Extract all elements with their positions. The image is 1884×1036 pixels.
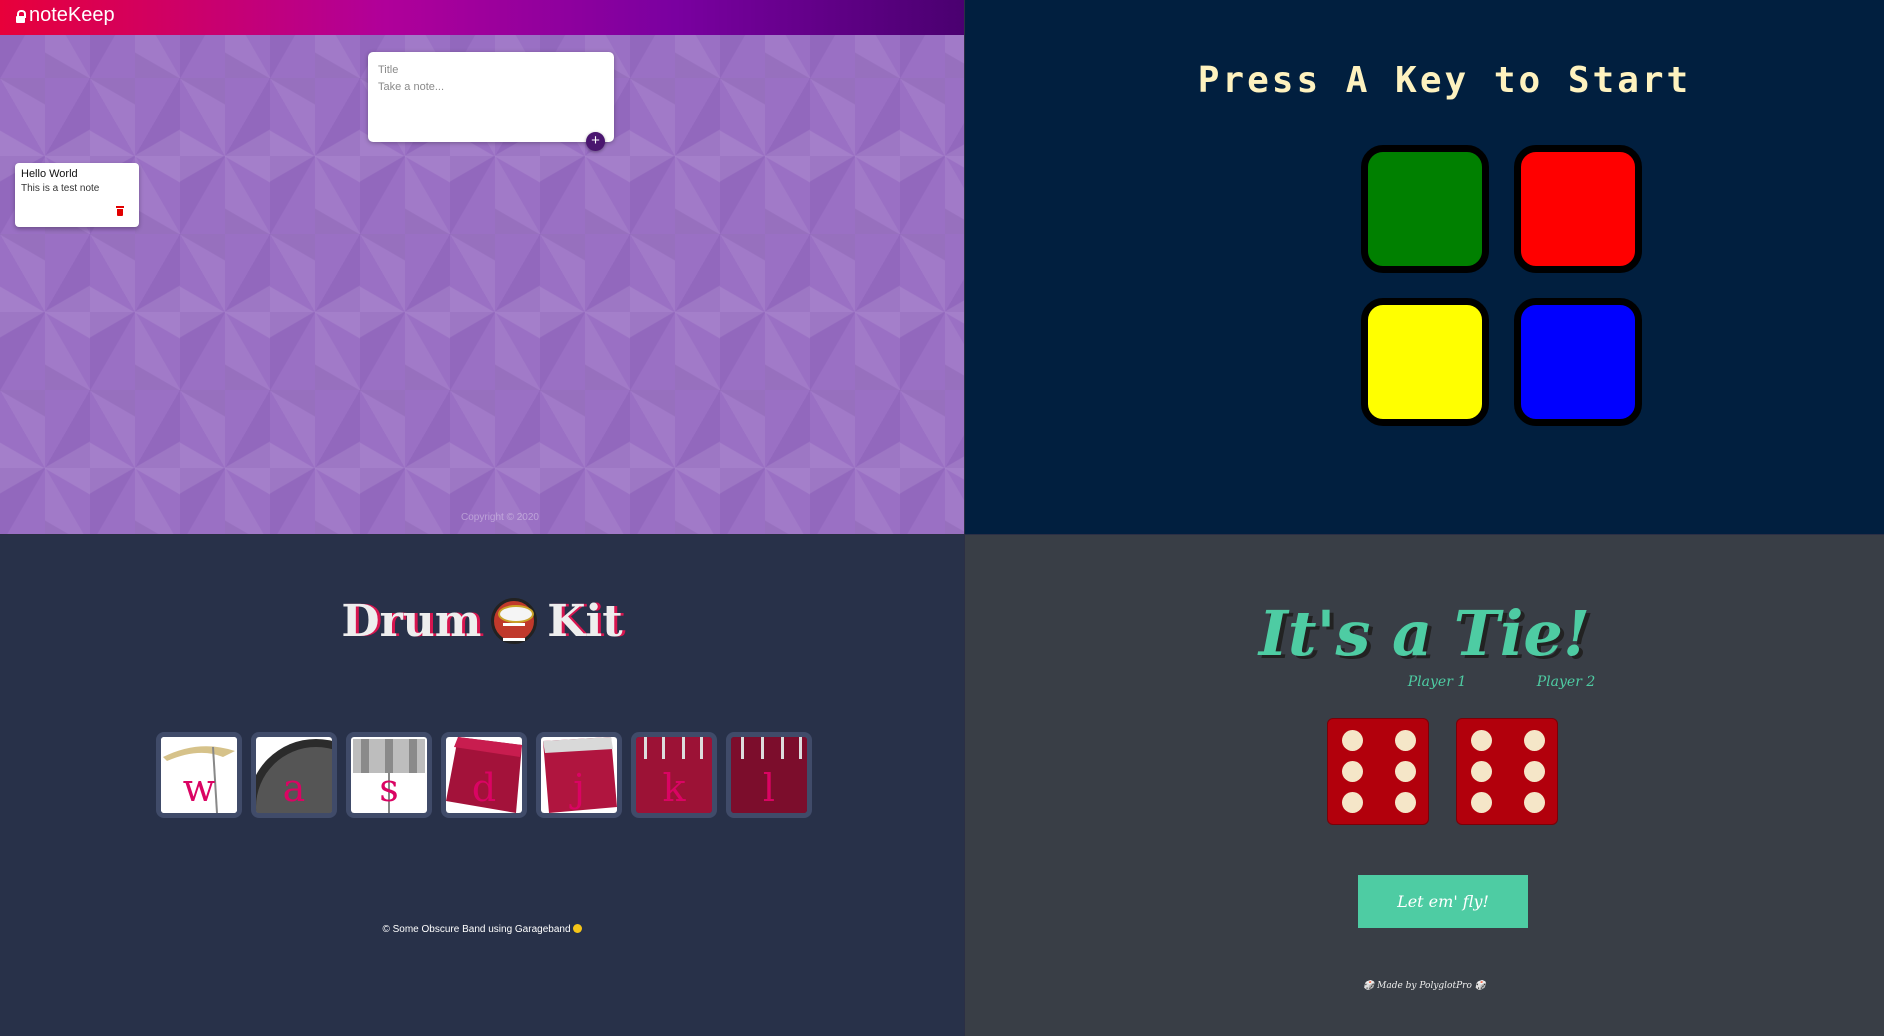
drum-button-tom3[interactable]: k [631, 732, 717, 818]
drum-key-letter: w [182, 766, 216, 810]
create-note-form [368, 52, 614, 142]
die-pip [1395, 730, 1416, 751]
die-pip [1342, 730, 1363, 751]
dice-footer: 🎲 Made by PolyglotPro 🎲 [1363, 981, 1486, 991]
drum-key-letter: s [379, 766, 399, 810]
die-pip [1471, 730, 1492, 751]
simon-yellow-button[interactable] [1361, 298, 1489, 426]
delete-icon[interactable] [113, 205, 127, 219]
smile-emoji-icon [572, 924, 582, 933]
drum-button-kick[interactable]: a [251, 732, 337, 818]
drum-kit-title: Drum Kit [0, 596, 964, 647]
die-pip [1524, 730, 1545, 751]
drum-kit-title-left: Drum [341, 596, 482, 648]
drum-button-tom1[interactable]: d [441, 732, 527, 818]
die-pip [1471, 792, 1492, 813]
simon-green-button[interactable] [1361, 145, 1489, 273]
simon-title: Press A Key to Start [1197, 60, 1692, 102]
simon-red-button[interactable] [1514, 145, 1642, 273]
notekeep-header: noteKeep [0, 0, 964, 35]
die-pip [1524, 792, 1545, 813]
die-pip [1395, 761, 1416, 782]
notekeep-footer: Copyright © 2020 [461, 512, 539, 523]
player-2-label: Player 2 [1536, 674, 1596, 690]
die-pip [1524, 761, 1545, 782]
drum-key-letter: l [762, 766, 776, 810]
note-card-title: Hello World [21, 168, 78, 180]
note-card-content: This is a test note [21, 183, 100, 194]
dice-result-title: It's a Tie! [1258, 596, 1591, 670]
drum-button-tom4[interactable]: l [726, 732, 812, 818]
drum-button-snare[interactable]: s [346, 732, 432, 818]
drum-kit-title-right: Kit [547, 596, 623, 648]
drum-key-letter: j [573, 766, 585, 810]
drum-emoji-icon [491, 598, 538, 645]
add-note-button[interactable]: + [586, 132, 605, 151]
notekeep-app: noteKeep + Hello World This is a test no… [0, 0, 964, 534]
drum-key-letter: d [471, 766, 497, 810]
die-pip [1471, 761, 1492, 782]
simon-blue-button[interactable] [1514, 298, 1642, 426]
player-1-die [1327, 718, 1429, 825]
drum-kit-footer: © Some Obscure Band using Garageband [0, 924, 964, 935]
notekeep-brand-label: noteKeep [29, 4, 115, 26]
note-card: Hello World This is a test note [15, 163, 139, 227]
player-2-die [1456, 718, 1558, 825]
drum-key-letter: k [662, 766, 686, 810]
notekeep-brand[interactable]: noteKeep [16, 4, 115, 27]
die-pip [1395, 792, 1416, 813]
player-1-label: Player 1 [1407, 674, 1467, 690]
dice-game: It's a Tie! Player 1 Player 2 Let em' fl… [965, 535, 1884, 1036]
drum-key-letter: a [282, 766, 306, 810]
note-content-input[interactable] [378, 81, 598, 121]
die-pip [1342, 761, 1363, 782]
roll-dice-button[interactable]: Let em' fly! [1358, 875, 1528, 928]
drum-kit-footer-text: © Some Obscure Band using Garageband [382, 924, 571, 935]
lock-icon [16, 9, 26, 23]
drum-kit-app: Drum Kit w a s d j k l © Some Obscure Ba… [0, 535, 964, 1036]
drum-button-tom2[interactable]: j [536, 732, 622, 818]
die-pip [1342, 792, 1363, 813]
simon-game: Press A Key to Start [965, 0, 1884, 534]
note-title-input[interactable] [378, 62, 598, 78]
drum-button-crash[interactable]: w [156, 732, 242, 818]
